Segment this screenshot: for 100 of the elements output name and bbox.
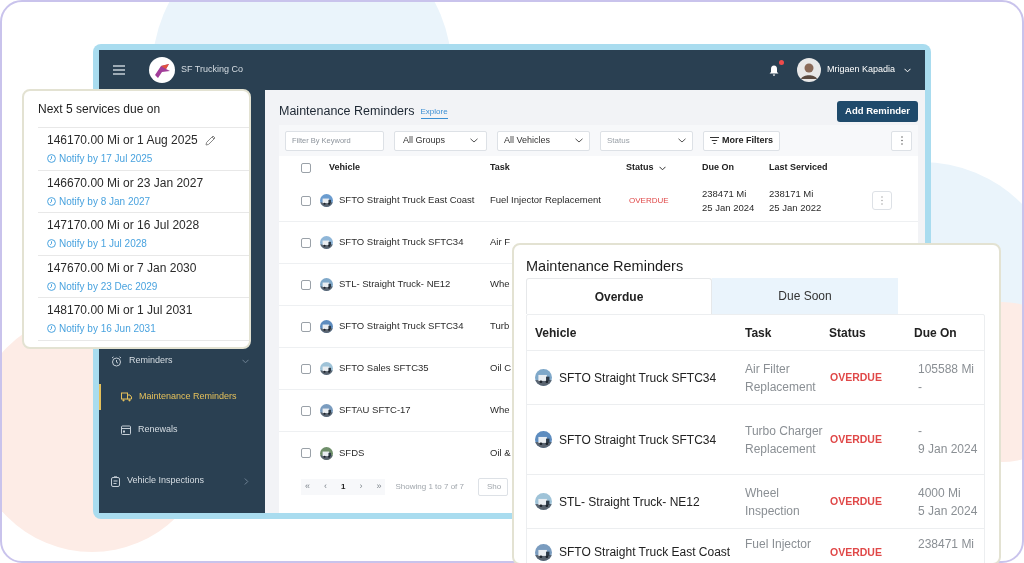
service-due-text: 147170.00 Mi or 16 Jul 2028 <box>47 217 200 235</box>
vehicle-name[interactable]: SFTO Straight Truck SFTC34 <box>339 319 464 334</box>
table-cell: Whe <box>490 403 510 418</box>
table-cell-text: 238471 Mi <box>917 536 976 553</box>
vehicle-name[interactable]: SFTO Straight Truck SFTC34 <box>339 235 464 250</box>
tab[interactable]: Due Soon <box>712 278 898 314</box>
column-header: Status <box>829 324 867 342</box>
chevron-down-icon <box>575 138 583 143</box>
user-name[interactable]: Mrigaen Kapadia <box>826 63 895 77</box>
company-name: SF Trucking Co <box>181 63 244 77</box>
pagination-summary: Showing 1 to 7 of 7 <box>395 481 464 493</box>
alarm-clock-icon <box>111 355 122 367</box>
vehicle-name[interactable]: SFTO Straight Truck East Coast <box>339 193 475 208</box>
table-cell-text: Air Filter Replacement <box>745 360 817 396</box>
checkbox[interactable] <box>301 163 311 173</box>
vehicle-name[interactable]: SFTO Straight Truck East Coast <box>559 543 731 561</box>
notify-date-text: Notify by 1 Jul 2028 <box>59 237 147 252</box>
tab[interactable]: Overdue <box>526 278 712 314</box>
last-page-button[interactable]: » <box>376 480 382 494</box>
sidebar-item[interactable]: Maintenance Reminders <box>99 384 265 410</box>
service-due-text: 146670.00 Mi or 23 Jan 2027 <box>47 174 204 192</box>
column-header: Last Serviced <box>769 161 829 175</box>
table-cell-text: Turbo Charger Replacement <box>745 422 824 458</box>
vehicle-name[interactable]: SFTAU SFTC-17 <box>339 403 411 418</box>
vehicle-name[interactable]: SFDS <box>339 445 365 461</box>
chevron-down-icon <box>678 138 686 143</box>
table-cell-text: 238171 Mi 25 Jan 2022 <box>769 186 823 215</box>
notify-date-text: Notify by 23 Dec 2029 <box>59 279 158 294</box>
more-options-button[interactable] <box>891 130 912 151</box>
checkbox[interactable] <box>301 448 311 458</box>
checkbox[interactable] <box>301 237 311 248</box>
checkbox[interactable] <box>301 405 311 416</box>
add-reminder-button[interactable]: Add Reminder <box>837 100 918 122</box>
status-text: OVERDUE <box>829 545 883 560</box>
table-cell: Turb <box>490 319 510 334</box>
table-cell-text: Oil & <box>490 445 511 460</box>
page-button[interactable]: 1 <box>341 481 346 493</box>
checkbox[interactable] <box>301 279 311 290</box>
status-text: OVERDUE <box>829 369 883 385</box>
clock-icon <box>47 154 56 164</box>
clipboard-icon <box>111 475 120 487</box>
service-due-text: 147670.00 Mi or 7 Jan 2030 <box>47 259 197 277</box>
more-filters-button[interactable]: More Filters <box>703 130 780 151</box>
table-cell-text: Wheel Inspection <box>745 484 801 520</box>
chevron-down-icon <box>658 165 666 171</box>
row-actions-button[interactable] <box>872 191 892 210</box>
clock-icon <box>47 239 56 249</box>
notify-date-text: Notify by 16 Jun 2031 <box>59 322 156 337</box>
card-title: Next 5 services due on <box>37 101 162 118</box>
vehicle-name[interactable]: SFTO Straight Truck SFTC34 <box>559 430 717 449</box>
column-header: Due On <box>914 324 958 342</box>
chevron-down-icon <box>470 138 478 143</box>
vehicle-name[interactable]: STL- Straight Truck- NE12 <box>339 277 451 292</box>
column-header: Vehicle <box>535 324 578 342</box>
chevron-down-icon[interactable] <box>904 67 911 73</box>
sidebar-item[interactable]: Vehicle Inspections <box>99 468 265 494</box>
notify-date-text: Notify by 8 Jan 2027 <box>59 194 151 209</box>
checkbox[interactable] <box>301 195 311 206</box>
checkbox[interactable] <box>301 321 311 332</box>
table-cell-text: 4000 Mi 5 Jan 2024 <box>917 484 979 520</box>
table-cell-text: 105588 Mi - <box>917 360 976 396</box>
column-header: Task <box>490 161 511 175</box>
vehicles-dropdown[interactable]: All Vehicles <box>497 130 590 151</box>
sidebar-item[interactable]: Renewals <box>99 417 265 443</box>
next-page-button[interactable]: › <box>359 480 363 494</box>
previous-page-button[interactable]: ‹ <box>324 480 327 494</box>
sidebar-item[interactable]: Reminders <box>99 348 265 374</box>
checkbox[interactable] <box>301 363 311 374</box>
group-dropdown[interactable]: All Groups <box>394 130 487 151</box>
service-due-text: 146170.00 Mi or 1 Aug 2025 <box>47 132 198 150</box>
column-header: Vehicle <box>329 161 362 175</box>
column-header[interactable]: Status <box>626 161 702 175</box>
chevron-down-icon <box>242 358 249 364</box>
notify-date-text: Notify by 17 Jul 2025 <box>59 152 153 167</box>
status-text: OVERDUE <box>628 194 670 207</box>
table-cell: Air F <box>490 235 511 250</box>
vehicle-name[interactable]: STL- Straight Truck- NE12 <box>559 492 700 511</box>
vehicle-name[interactable]: SFTO Straight Truck SFTC34 <box>559 368 717 387</box>
first-page-button[interactable]: « <box>305 480 310 494</box>
logo-icon <box>149 57 175 83</box>
table-cell: Oil C <box>490 361 512 376</box>
chevron-right-icon <box>244 477 249 485</box>
filter-icon <box>710 137 719 144</box>
status-text: OVERDUE <box>829 431 883 447</box>
column-header: Task <box>745 324 773 342</box>
card-title: Maintenance Reminders <box>526 257 685 276</box>
service-due-text: 148170.00 Mi or 1 Jul 2031 <box>47 302 193 320</box>
table-cell-text: - 9 Jan 2024 <box>917 422 979 458</box>
bell-icon <box>768 64 779 76</box>
truck-icon <box>121 392 132 402</box>
user-avatar[interactable] <box>796 58 821 82</box>
menu-icon[interactable] <box>113 65 125 75</box>
pencil-icon[interactable] <box>204 134 216 146</box>
clock-icon <box>47 196 56 206</box>
table-cell-text: Fuel Injector <box>745 536 813 553</box>
clock-icon <box>47 324 56 334</box>
vehicle-name[interactable]: SFTO Sales SFTC35 <box>339 361 429 376</box>
table-cell: Fuel Injector Replacement <box>490 193 601 208</box>
column-header: Due On <box>702 161 735 175</box>
calendar-icon <box>121 425 131 435</box>
